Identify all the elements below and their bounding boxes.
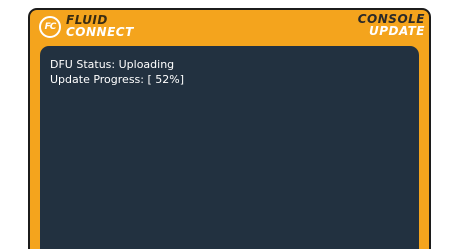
header: FC FLUID CONNECT CONSOLE UPDATE xyxy=(30,10,429,46)
fluid-connect-logo-icon: FC xyxy=(39,16,61,38)
logo-text-connect: CONNECT xyxy=(66,25,134,39)
app-frame: FC FLUID CONNECT CONSOLE UPDATE DFU Stat… xyxy=(28,8,431,249)
console-output-panel: DFU Status: Uploading Update Progress: [… xyxy=(40,46,419,249)
logo-text: FLUID CONNECT xyxy=(66,14,134,38)
dfu-status-line: DFU Status: Uploading xyxy=(50,58,175,71)
page-title: CONSOLE UPDATE xyxy=(358,13,425,37)
page-title-update: UPDATE xyxy=(368,24,425,38)
fluid-connect-logo: FC FLUID CONNECT xyxy=(39,14,134,38)
update-progress-line: Update Progress: [ 52%] xyxy=(50,73,185,86)
